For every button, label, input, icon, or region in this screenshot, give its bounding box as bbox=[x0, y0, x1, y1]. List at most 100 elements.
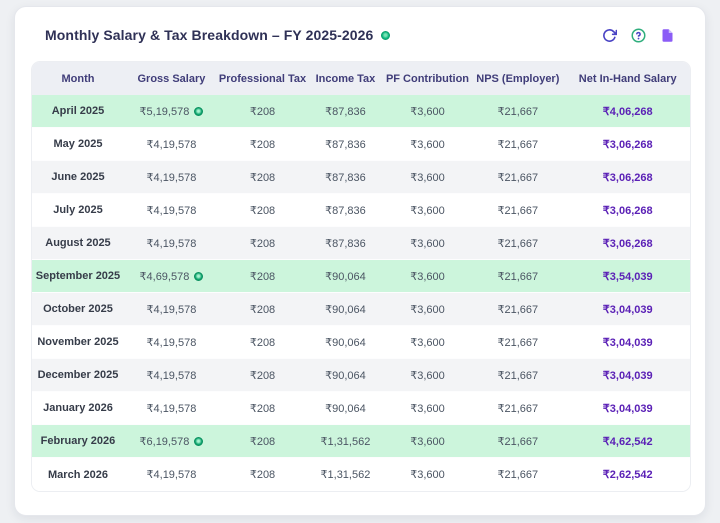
pf-contribution-cell: ₹3,600 bbox=[385, 293, 470, 326]
income-tax-cell: ₹90,064 bbox=[306, 293, 385, 326]
professional-tax-cell: ₹208 bbox=[219, 194, 306, 227]
export-document-button[interactable] bbox=[660, 28, 675, 43]
gross-salary-cell: ₹4,19,578 bbox=[124, 194, 219, 227]
gross-salary-cell: ₹4,69,578 bbox=[124, 260, 219, 293]
month-cell: December 2025 bbox=[32, 359, 124, 392]
nps-employer-cell: ₹21,667 bbox=[470, 95, 565, 128]
net-in-hand-cell: ₹4,62,542 bbox=[565, 425, 690, 458]
gross-salary-cell: ₹4,19,578 bbox=[124, 293, 219, 326]
column-header-net-in-hand-salary: Net In-Hand Salary bbox=[565, 62, 690, 95]
net-in-hand-cell: ₹2,62,542 bbox=[565, 458, 690, 491]
month-cell: September 2025 bbox=[32, 260, 124, 293]
nps-employer-cell: ₹21,667 bbox=[470, 128, 565, 161]
gross-info-icon[interactable] bbox=[194, 107, 203, 116]
nps-employer-cell: ₹21,667 bbox=[470, 227, 565, 260]
professional-tax-cell: ₹208 bbox=[219, 392, 306, 425]
gross-salary-cell: ₹4,19,578 bbox=[124, 359, 219, 392]
gross-salary-value: ₹4,19,578 bbox=[147, 469, 197, 481]
gross-salary-value: ₹4,19,578 bbox=[147, 403, 197, 415]
column-header-month: Month bbox=[32, 62, 124, 95]
month-cell: February 2026 bbox=[32, 425, 124, 458]
column-header-income-tax: Income Tax bbox=[306, 62, 385, 95]
refresh-button[interactable] bbox=[602, 28, 617, 43]
net-in-hand-cell: ₹3,06,268 bbox=[565, 194, 690, 227]
nps-employer-cell: ₹21,667 bbox=[470, 194, 565, 227]
table-row: September 2025 ₹4,69,578 ₹208 ₹90,064 ₹3… bbox=[32, 260, 690, 293]
net-in-hand-cell: ₹3,04,039 bbox=[565, 326, 690, 359]
status-dot-icon bbox=[381, 31, 390, 40]
nps-employer-cell: ₹21,667 bbox=[470, 392, 565, 425]
pf-contribution-cell: ₹3,600 bbox=[385, 260, 470, 293]
gross-salary-value: ₹5,19,578 bbox=[140, 106, 190, 118]
month-cell: October 2025 bbox=[32, 293, 124, 326]
professional-tax-cell: ₹208 bbox=[219, 227, 306, 260]
month-cell: April 2025 bbox=[32, 95, 124, 128]
income-tax-cell: ₹90,064 bbox=[306, 392, 385, 425]
income-tax-cell: ₹90,064 bbox=[306, 326, 385, 359]
nps-employer-cell: ₹21,667 bbox=[470, 161, 565, 194]
table-row: April 2025 ₹5,19,578 ₹208 ₹87,836 ₹3,600… bbox=[32, 95, 690, 128]
income-tax-cell: ₹87,836 bbox=[306, 95, 385, 128]
refresh-icon bbox=[602, 28, 617, 43]
pf-contribution-cell: ₹3,600 bbox=[385, 425, 470, 458]
table-row: May 2025 ₹4,19,578 ₹208 ₹87,836 ₹3,600 ₹… bbox=[32, 128, 690, 161]
month-cell: November 2025 bbox=[32, 326, 124, 359]
nps-employer-cell: ₹21,667 bbox=[470, 359, 565, 392]
table-header-row: Month Gross Salary Professional Tax Inco… bbox=[32, 62, 690, 95]
salary-table: Month Gross Salary Professional Tax Inco… bbox=[31, 61, 691, 492]
net-in-hand-cell: ₹3,06,268 bbox=[565, 128, 690, 161]
nps-employer-cell: ₹21,667 bbox=[470, 260, 565, 293]
document-icon bbox=[660, 28, 675, 43]
gross-salary-value: ₹4,19,578 bbox=[147, 304, 197, 316]
toolbar bbox=[602, 28, 675, 43]
gross-salary-cell: ₹4,19,578 bbox=[124, 458, 219, 491]
income-tax-cell: ₹87,836 bbox=[306, 227, 385, 260]
column-header-gross-salary: Gross Salary bbox=[124, 62, 219, 95]
help-circle-icon bbox=[631, 28, 646, 43]
table-body: April 2025 ₹5,19,578 ₹208 ₹87,836 ₹3,600… bbox=[32, 95, 690, 491]
gross-salary-cell: ₹5,19,578 bbox=[124, 95, 219, 128]
pf-contribution-cell: ₹3,600 bbox=[385, 161, 470, 194]
help-button[interactable] bbox=[631, 28, 646, 43]
gross-salary-cell: ₹6,19,578 bbox=[124, 425, 219, 458]
net-in-hand-cell: ₹3,06,268 bbox=[565, 227, 690, 260]
nps-employer-cell: ₹21,667 bbox=[470, 425, 565, 458]
net-in-hand-cell: ₹3,54,039 bbox=[565, 260, 690, 293]
table-row: August 2025 ₹4,19,578 ₹208 ₹87,836 ₹3,60… bbox=[32, 227, 690, 260]
income-tax-cell: ₹87,836 bbox=[306, 128, 385, 161]
table-row: July 2025 ₹4,19,578 ₹208 ₹87,836 ₹3,600 … bbox=[32, 194, 690, 227]
net-in-hand-cell: ₹3,04,039 bbox=[565, 392, 690, 425]
professional-tax-cell: ₹208 bbox=[219, 425, 306, 458]
income-tax-cell: ₹87,836 bbox=[306, 194, 385, 227]
nps-employer-cell: ₹21,667 bbox=[470, 458, 565, 491]
card-header: Monthly Salary & Tax Breakdown – FY 2025… bbox=[31, 27, 689, 43]
gross-salary-value: ₹4,69,578 bbox=[140, 271, 190, 283]
net-in-hand-cell: ₹4,06,268 bbox=[565, 95, 690, 128]
net-in-hand-cell: ₹3,06,268 bbox=[565, 161, 690, 194]
gross-salary-value: ₹4,19,578 bbox=[147, 238, 197, 250]
nps-employer-cell: ₹21,667 bbox=[470, 293, 565, 326]
month-cell: January 2026 bbox=[32, 392, 124, 425]
gross-salary-value: ₹6,19,578 bbox=[140, 436, 190, 448]
gross-salary-value: ₹4,19,578 bbox=[147, 172, 197, 184]
gross-info-icon[interactable] bbox=[194, 272, 203, 281]
professional-tax-cell: ₹208 bbox=[219, 161, 306, 194]
gross-salary-cell: ₹4,19,578 bbox=[124, 227, 219, 260]
gross-salary-cell: ₹4,19,578 bbox=[124, 392, 219, 425]
pf-contribution-cell: ₹3,600 bbox=[385, 359, 470, 392]
gross-salary-cell: ₹4,19,578 bbox=[124, 128, 219, 161]
table-row: December 2025 ₹4,19,578 ₹208 ₹90,064 ₹3,… bbox=[32, 359, 690, 392]
pf-contribution-cell: ₹3,600 bbox=[385, 227, 470, 260]
pf-contribution-cell: ₹3,600 bbox=[385, 128, 470, 161]
income-tax-cell: ₹90,064 bbox=[306, 359, 385, 392]
pf-contribution-cell: ₹3,600 bbox=[385, 194, 470, 227]
gross-salary-value: ₹4,19,578 bbox=[147, 139, 197, 151]
salary-breakdown-card: Monthly Salary & Tax Breakdown – FY 2025… bbox=[14, 6, 706, 516]
month-cell: August 2025 bbox=[32, 227, 124, 260]
table-row: March 2026 ₹4,19,578 ₹208 ₹1,31,562 ₹3,6… bbox=[32, 458, 690, 491]
income-tax-cell: ₹90,064 bbox=[306, 260, 385, 293]
page-title: Monthly Salary & Tax Breakdown – FY 2025… bbox=[45, 27, 373, 43]
income-tax-cell: ₹1,31,562 bbox=[306, 458, 385, 491]
gross-info-icon[interactable] bbox=[194, 437, 203, 446]
pf-contribution-cell: ₹3,600 bbox=[385, 95, 470, 128]
